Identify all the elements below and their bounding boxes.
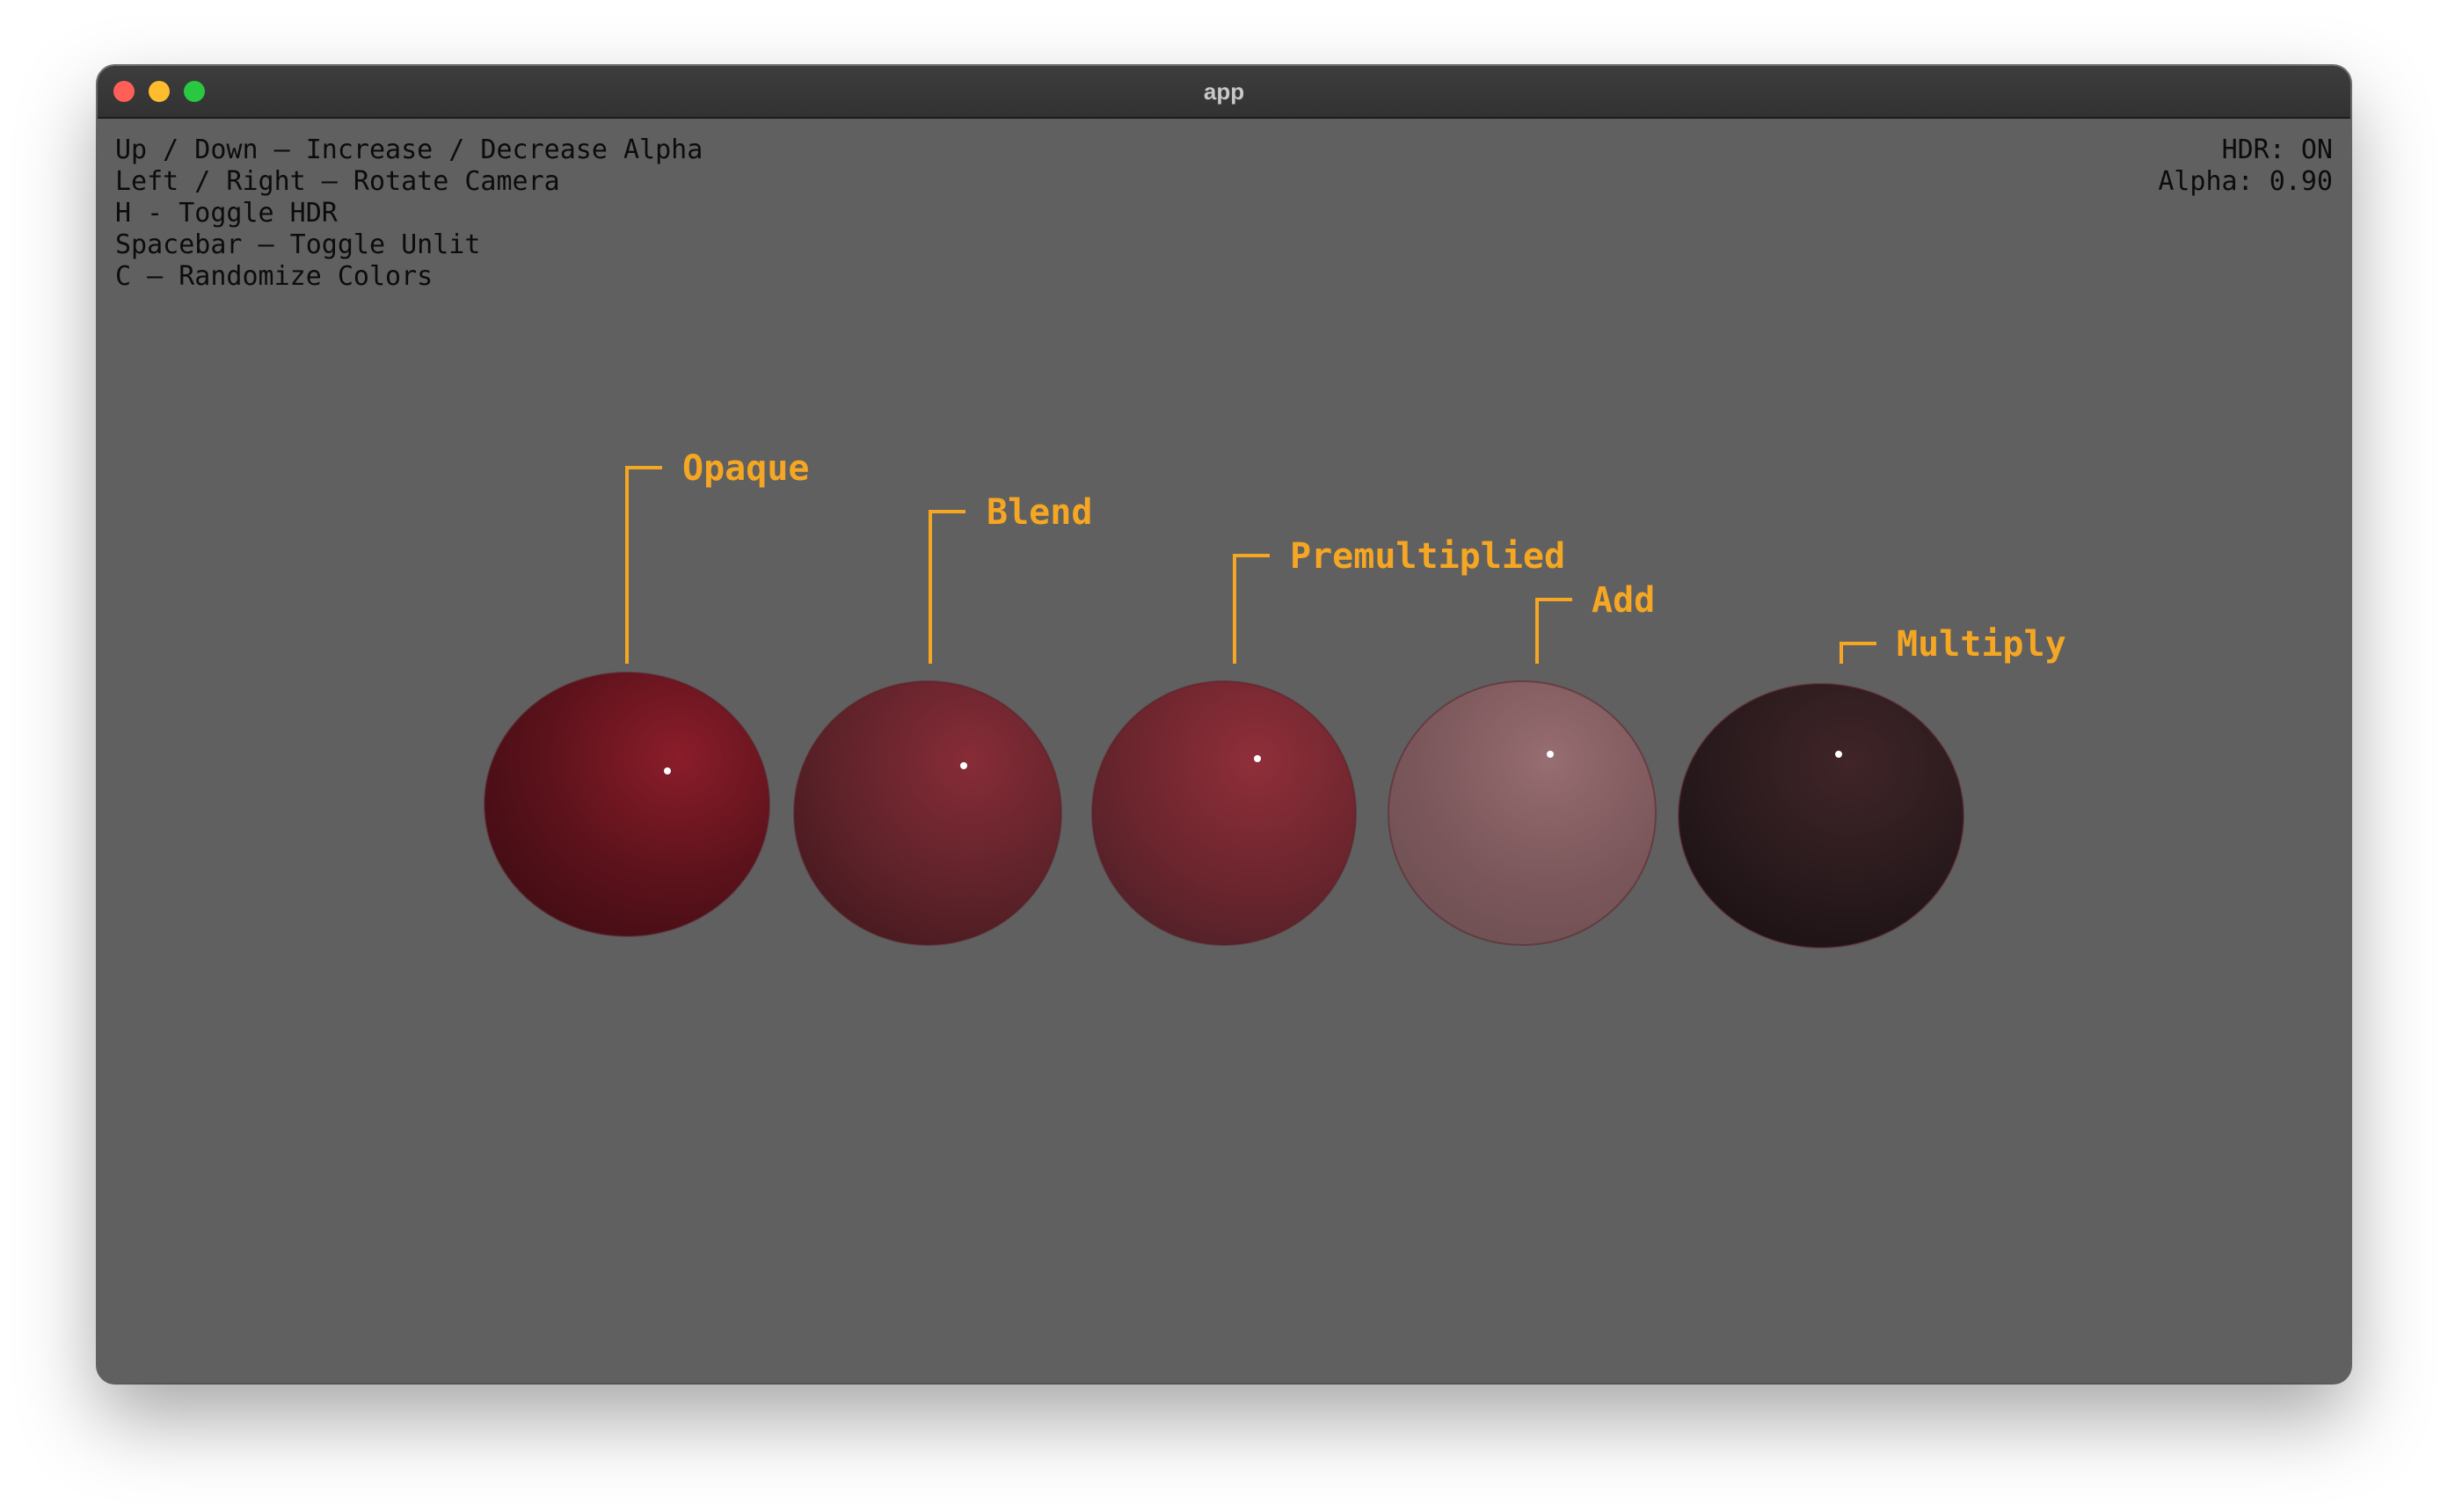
callout-label: Premultiplied: [1290, 536, 1565, 577]
sphere-body: [1678, 683, 1964, 949]
sphere-body: [1388, 680, 1657, 946]
controls-help: Up / Down — Increase / Decrease Alpha Le…: [115, 134, 703, 293]
sphere-body: [1091, 680, 1357, 946]
callout-label: Add: [1592, 580, 1655, 621]
specular-highlight: [664, 767, 671, 774]
sphere-add: [1388, 680, 1657, 946]
help-line-alpha: Up / Down — Increase / Decrease Alpha: [115, 134, 703, 165]
callout-label: Multiply: [1897, 624, 2066, 665]
help-line-camera: Left / Right — Rotate Camera: [115, 166, 560, 197]
sphere-multiply: [1678, 683, 1964, 949]
sphere-opaque: [484, 672, 770, 937]
specular-highlight: [1547, 751, 1554, 758]
sphere-premultiplied: [1091, 680, 1357, 946]
help-line-hdr: H - Toggle HDR: [115, 198, 338, 229]
callout-label: Opaque: [682, 448, 810, 489]
sphere-body: [793, 680, 1062, 946]
help-line-unlit: Spacebar — Toggle Unlit: [115, 229, 481, 260]
app-window: app Opaque Blend Premultiplied Add Multi…: [98, 66, 2350, 1383]
specular-highlight: [1254, 755, 1261, 762]
specular-highlight: [960, 762, 967, 769]
specular-highlight: [1835, 751, 1842, 758]
sphere-group: [484, 672, 1964, 949]
scene-canvas: Opaque Blend Premultiplied Add Multiply: [98, 119, 2350, 1383]
hdr-status: HDR: ON: [2221, 134, 2333, 165]
callout-label: Blend: [987, 492, 1092, 533]
sphere-body: [484, 672, 770, 937]
status-readout: HDR: ON Alpha: 0.90: [2158, 134, 2333, 198]
title-bar[interactable]: app: [98, 66, 2350, 119]
render-viewport[interactable]: Opaque Blend Premultiplied Add Multiply Up /…: [98, 119, 2350, 1383]
window-title: app: [1203, 78, 1245, 105]
help-line-colors: C — Randomize Colors: [115, 261, 434, 292]
sphere-blend: [793, 680, 1062, 946]
alpha-status: Alpha: 0.90: [2158, 166, 2333, 197]
